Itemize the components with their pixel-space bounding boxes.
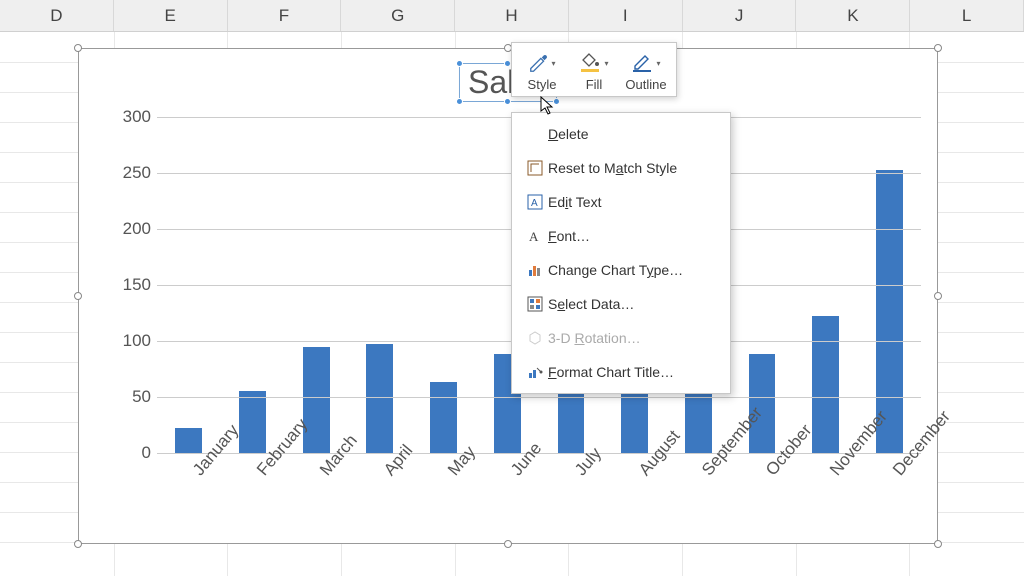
menu-change-chart-type[interactable]: Change Chart Type… (512, 253, 730, 287)
y-tick-label: 300 (123, 107, 151, 127)
context-menu: Delete Reset to Match Style A Edit Text … (511, 112, 731, 394)
menu-format-chart-title[interactable]: Format Chart Title… (512, 355, 730, 389)
menu-reset-style[interactable]: Reset to Match Style (512, 151, 730, 185)
menu-label: Edit Text (548, 194, 601, 210)
outline-label: Outline (625, 77, 666, 92)
y-tick-label: 0 (142, 443, 151, 463)
bar[interactable] (303, 347, 330, 453)
resize-handle[interactable] (74, 44, 82, 52)
menu-label: Change Chart Type… (548, 262, 683, 278)
select-data-icon (522, 296, 548, 312)
resize-handle[interactable] (934, 540, 942, 548)
mini-toolbar: ▾ Style ▾ Fill ▾ Outline (511, 42, 677, 97)
chart-object[interactable]: Sales 050100150200250300 JanuaryFebruary… (78, 48, 938, 544)
resize-handle[interactable] (74, 540, 82, 548)
menu-label: Select Data… (548, 296, 634, 312)
menu-edit-text[interactable]: A Edit Text (512, 185, 730, 219)
menu-label: Font… (548, 228, 590, 244)
outline-button[interactable]: ▾ Outline (620, 47, 672, 94)
y-tick-label: 100 (123, 331, 151, 351)
pen-outline-icon: ▾ (631, 49, 660, 77)
col-header[interactable]: K (796, 0, 910, 31)
style-button[interactable]: ▾ Style (516, 47, 568, 94)
bar[interactable] (430, 382, 457, 453)
menu-select-data[interactable]: Select Data… (512, 287, 730, 321)
bar[interactable] (812, 316, 839, 453)
menu-label: Delete (548, 126, 588, 142)
col-header[interactable]: J (683, 0, 797, 31)
menu-label: 3-D Rotation… (548, 330, 641, 346)
chart-type-icon (522, 262, 548, 278)
menu-delete[interactable]: Delete (512, 117, 730, 151)
svg-text:A: A (531, 198, 538, 209)
menu-font[interactable]: A Font… (512, 219, 730, 253)
reset-icon (522, 160, 548, 176)
fill-button[interactable]: ▾ Fill (568, 47, 620, 94)
bar[interactable] (239, 391, 266, 453)
resize-handle[interactable] (934, 292, 942, 300)
edit-text-icon: A (522, 194, 548, 210)
y-tick-label: 250 (123, 163, 151, 183)
paint-bucket-icon: ▾ (579, 49, 608, 77)
fill-label: Fill (586, 77, 603, 92)
paintbrush-icon: ▾ (528, 49, 555, 77)
col-header[interactable]: L (910, 0, 1024, 31)
y-tick-label: 200 (123, 219, 151, 239)
y-axis: 050100150200250300 (109, 117, 157, 453)
col-header[interactable]: H (455, 0, 569, 31)
bar[interactable] (175, 428, 202, 453)
col-header[interactable]: I (569, 0, 683, 31)
menu-label: Format Chart Title… (548, 364, 674, 380)
resize-handle[interactable] (504, 540, 512, 548)
col-header[interactable]: E (114, 0, 228, 31)
resize-handle[interactable] (934, 44, 942, 52)
column-headers: D E F G H I J K L (0, 0, 1024, 32)
menu-3d-rotation: 3-D Rotation… (512, 321, 730, 355)
y-tick-label: 50 (132, 387, 151, 407)
col-header[interactable]: G (341, 0, 455, 31)
style-label: Style (528, 77, 557, 92)
col-header[interactable]: D (0, 0, 114, 31)
rotation-icon (522, 330, 548, 346)
font-icon: A (522, 228, 548, 244)
col-header[interactable]: F (228, 0, 342, 31)
resize-handle[interactable] (74, 292, 82, 300)
x-axis: JanuaryFebruaryMarchAprilMayJuneJulyAugu… (157, 459, 921, 537)
bar[interactable] (366, 344, 393, 453)
format-title-icon (522, 364, 548, 380)
menu-label: Reset to Match Style (548, 160, 677, 176)
y-tick-label: 150 (123, 275, 151, 295)
svg-text:A: A (529, 229, 539, 244)
